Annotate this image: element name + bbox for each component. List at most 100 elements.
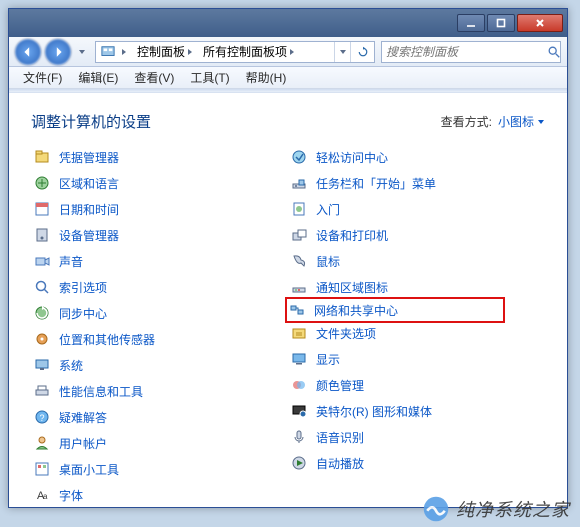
item-label: 任务栏和「开始」菜单 [316,175,436,192]
control-panel-item[interactable]: 语音识别 [288,424,545,450]
control-panel-icon [100,44,116,60]
item-icon [290,174,308,192]
menu-tools[interactable]: 工具(T) [182,67,237,88]
address-seg-control-panel[interactable]: 控制面板 [133,42,199,62]
item-icon [33,148,51,166]
control-panel-item[interactable]: 性能信息和工具 [31,378,288,404]
content-header: 调整计算机的设置 查看方式: 小图标 [31,111,545,132]
menu-help[interactable]: 帮助(H) [238,67,295,88]
item-icon [288,301,306,319]
history-dropdown[interactable] [75,42,89,62]
menu-bar: 文件(F) 编辑(E) 查看(V) 工具(T) 帮助(H) [9,67,567,89]
control-panel-item[interactable]: 系统 [31,352,288,378]
control-panel-item[interactable]: 声音 [31,248,288,274]
minimize-button[interactable] [457,14,485,32]
item-label: 疑难解答 [59,409,107,426]
refresh-button[interactable] [350,42,374,62]
address-bar[interactable]: 控制面板 所有控制面板项 [95,41,375,63]
item-label: 同步中心 [59,305,107,322]
control-panel-item[interactable]: 区域和语言 [31,170,288,196]
item-label: 区域和语言 [59,175,119,192]
search-icon[interactable] [547,42,561,62]
svg-text:?: ? [39,413,44,423]
right-column: 轻松访问中心任务栏和「开始」菜单入门设备和打印机鼠标通知区域图标网络和共享中心文… [288,144,545,507]
view-by-dropdown[interactable]: 小图标 [498,113,545,130]
view-by-value: 小图标 [498,113,534,130]
control-panel-item[interactable]: 同步中心 [31,300,288,326]
item-icon [290,226,308,244]
control-panel-item[interactable]: ? 疑难解答 [31,404,288,430]
control-panel-item[interactable]: 桌面小工具 [31,456,288,482]
item-icon [290,402,308,420]
chevron-right-icon [185,48,195,56]
search-box[interactable] [381,41,561,63]
item-label: 网络和共享中心 [314,302,398,319]
item-label: 语音识别 [316,429,364,446]
item-icon [33,174,51,192]
menu-file[interactable]: 文件(F) [15,67,70,88]
control-panel-item[interactable]: 文件夹选项 [288,320,545,346]
titlebar [9,9,567,37]
control-panel-item[interactable]: 自动播放 [288,450,545,476]
item-icon [290,148,308,166]
control-panel-item[interactable]: 位置和其他传感器 [31,326,288,352]
item-label: 索引选项 [59,279,107,296]
address-root[interactable] [96,42,133,62]
item-label: 通知区域图标 [316,279,388,296]
item-label: 设备和打印机 [316,227,388,244]
item-label: 字体 [59,487,83,504]
item-label: 系统 [59,357,83,374]
control-panel-item[interactable]: 显示 [288,346,545,372]
item-icon [290,252,308,270]
item-icon [290,278,308,296]
control-panel-item[interactable]: Aa 字体 [31,482,288,507]
menu-view[interactable]: 查看(V) [126,67,182,88]
item-columns: 凭据管理器区域和语言日期和时间设备管理器声音索引选项同步中心位置和其他传感器系统… [31,144,545,507]
content-area: 调整计算机的设置 查看方式: 小图标 凭据管理器区域和语言日期和时间设备管理器声… [9,93,567,507]
item-icon [33,382,51,400]
control-panel-item[interactable]: 任务栏和「开始」菜单 [288,170,545,196]
control-panel-item[interactable]: 设备管理器 [31,222,288,248]
forward-button[interactable] [45,39,71,65]
control-panel-item[interactable]: 日期和时间 [31,196,288,222]
control-panel-item[interactable]: 轻松访问中心 [288,144,545,170]
control-panel-item[interactable]: 入门 [288,196,545,222]
item-label: 自动播放 [316,455,364,472]
menu-edit[interactable]: 编辑(E) [70,67,126,88]
item-label: 英特尔(R) 图形和媒体 [316,403,432,420]
item-label: 轻松访问中心 [316,149,388,166]
chevron-right-icon [119,48,129,56]
left-column: 凭据管理器区域和语言日期和时间设备管理器声音索引选项同步中心位置和其他传感器系统… [31,144,288,507]
item-icon [290,454,308,472]
item-label: 颜色管理 [316,377,364,394]
close-button[interactable] [517,14,563,32]
control-panel-item[interactable]: 颜色管理 [288,372,545,398]
item-icon [33,278,51,296]
back-button[interactable] [15,39,41,65]
nav-row: 控制面板 所有控制面板项 [9,37,567,67]
view-by-label: 查看方式: [441,113,492,130]
item-label: 设备管理器 [59,227,119,244]
address-seg-label: 控制面板 [137,43,185,60]
address-seg-all-items[interactable]: 所有控制面板项 [199,42,301,62]
control-panel-item[interactable]: 凭据管理器 [31,144,288,170]
item-icon [290,376,308,394]
search-input[interactable] [382,45,547,59]
control-panel-item[interactable]: 索引选项 [31,274,288,300]
item-label: 鼠标 [316,253,340,270]
item-label: 凭据管理器 [59,149,119,166]
view-by: 查看方式: 小图标 [441,113,545,130]
control-panel-item[interactable]: 英特尔(R) 图形和媒体 [288,398,545,424]
item-label: 性能信息和工具 [59,383,143,400]
item-label: 桌面小工具 [59,461,119,478]
control-panel-item[interactable]: 用户帐户 [31,430,288,456]
item-icon: Aa [33,486,51,504]
item-label: 声音 [59,253,83,270]
item-icon [290,350,308,368]
control-panel-item[interactable]: 鼠标 [288,248,545,274]
address-dropdown[interactable] [334,42,350,62]
control-panel-item[interactable]: 设备和打印机 [288,222,545,248]
maximize-button[interactable] [487,14,515,32]
chevron-right-icon [287,48,297,56]
item-icon [33,200,51,218]
